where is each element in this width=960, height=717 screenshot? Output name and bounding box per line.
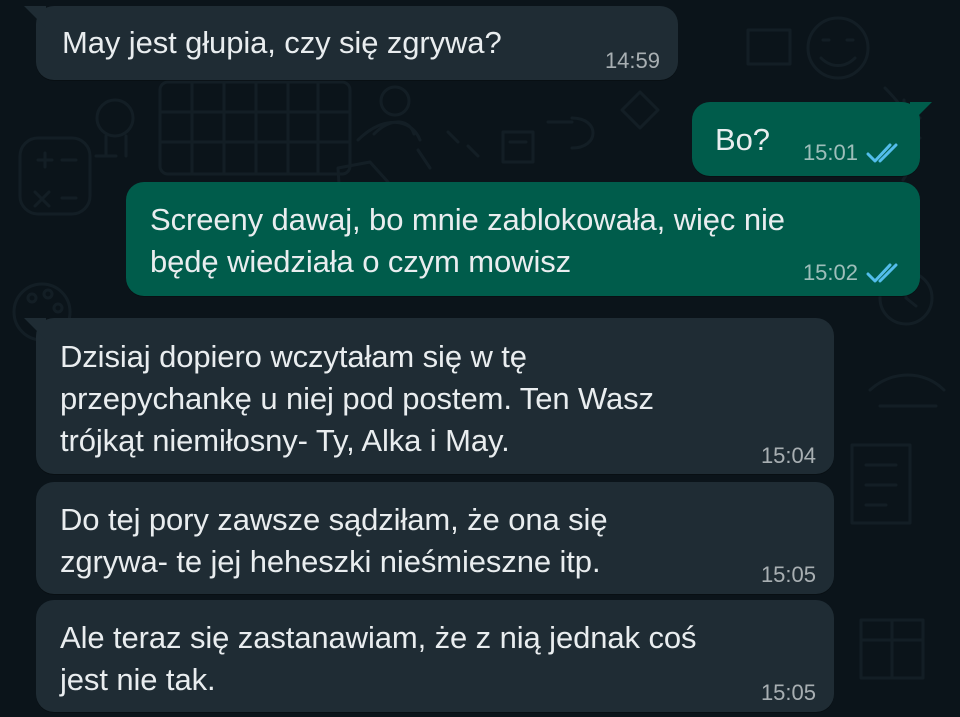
message-text: Screeny dawaj, bo mnie zablokowała, więc… bbox=[150, 202, 785, 279]
calculator-doodle-icon bbox=[18, 136, 92, 216]
calculator-symbols-icon bbox=[33, 151, 78, 208]
message-time: 15:04 bbox=[760, 443, 816, 468]
calendar-doodle-icon bbox=[746, 28, 792, 66]
grid-doodle-icon bbox=[158, 80, 352, 176]
diamond-doodle-icon bbox=[620, 90, 660, 130]
incoming-message-3[interactable]: Do tej pory zawsze sądziłam, że ona się … bbox=[36, 482, 834, 594]
smile-doodle-icon bbox=[806, 16, 870, 80]
message-text: Do tej pory zawsze sądziłam, że ona się … bbox=[60, 502, 608, 579]
message-meta: 15:01 bbox=[803, 141, 904, 165]
sparkles-doodle-icon bbox=[416, 130, 480, 170]
double-check-icon bbox=[866, 263, 898, 283]
message-time: 15:05 bbox=[760, 680, 816, 705]
chat-conversation: May jest głupia, czy się zgrywa? 14:59 B… bbox=[0, 0, 960, 717]
incoming-message-4[interactable]: Ale teraz się zastanawiam, że z nią jedn… bbox=[36, 600, 834, 712]
message-meta: 15:04 bbox=[761, 444, 816, 468]
incoming-message-1[interactable]: May jest głupia, czy się zgrywa? 14:59 bbox=[24, 6, 678, 80]
cupcake-doodle-icon bbox=[546, 116, 595, 150]
leaf-doodle-icon bbox=[868, 373, 946, 408]
double-check-icon bbox=[866, 143, 898, 163]
outgoing-message-1[interactable]: Bo? 15:01 bbox=[692, 102, 932, 176]
message-text: Bo? bbox=[715, 122, 770, 157]
people-doodle-icon bbox=[356, 120, 422, 142]
microphone-stand-doodle-icon bbox=[94, 134, 128, 158]
message-time: 14:59 bbox=[604, 48, 660, 73]
message-meta: 15:02 bbox=[803, 261, 904, 285]
gift-doodle-icon bbox=[501, 130, 535, 164]
message-time: 15:05 bbox=[760, 562, 816, 587]
message-meta: 14:59 bbox=[605, 49, 660, 73]
message-text: May jest głupia, czy się zgrywa? bbox=[62, 25, 502, 60]
microphone-doodle-icon bbox=[95, 98, 135, 138]
message-meta: 15:05 bbox=[761, 563, 816, 587]
message-text: Ale teraz się zastanawiam, że z nią jedn… bbox=[60, 620, 697, 697]
message-time: 15:02 bbox=[802, 260, 858, 285]
message-text: Dzisiaj dopiero wczytałam się w tę przep… bbox=[60, 339, 654, 458]
incoming-message-2[interactable]: Dzisiaj dopiero wczytałam się w tę przep… bbox=[24, 318, 834, 474]
outgoing-message-2[interactable]: Screeny dawaj, bo mnie zablokowała, więc… bbox=[126, 182, 920, 296]
message-time: 15:01 bbox=[802, 140, 858, 165]
message-meta: 15:05 bbox=[761, 681, 816, 705]
